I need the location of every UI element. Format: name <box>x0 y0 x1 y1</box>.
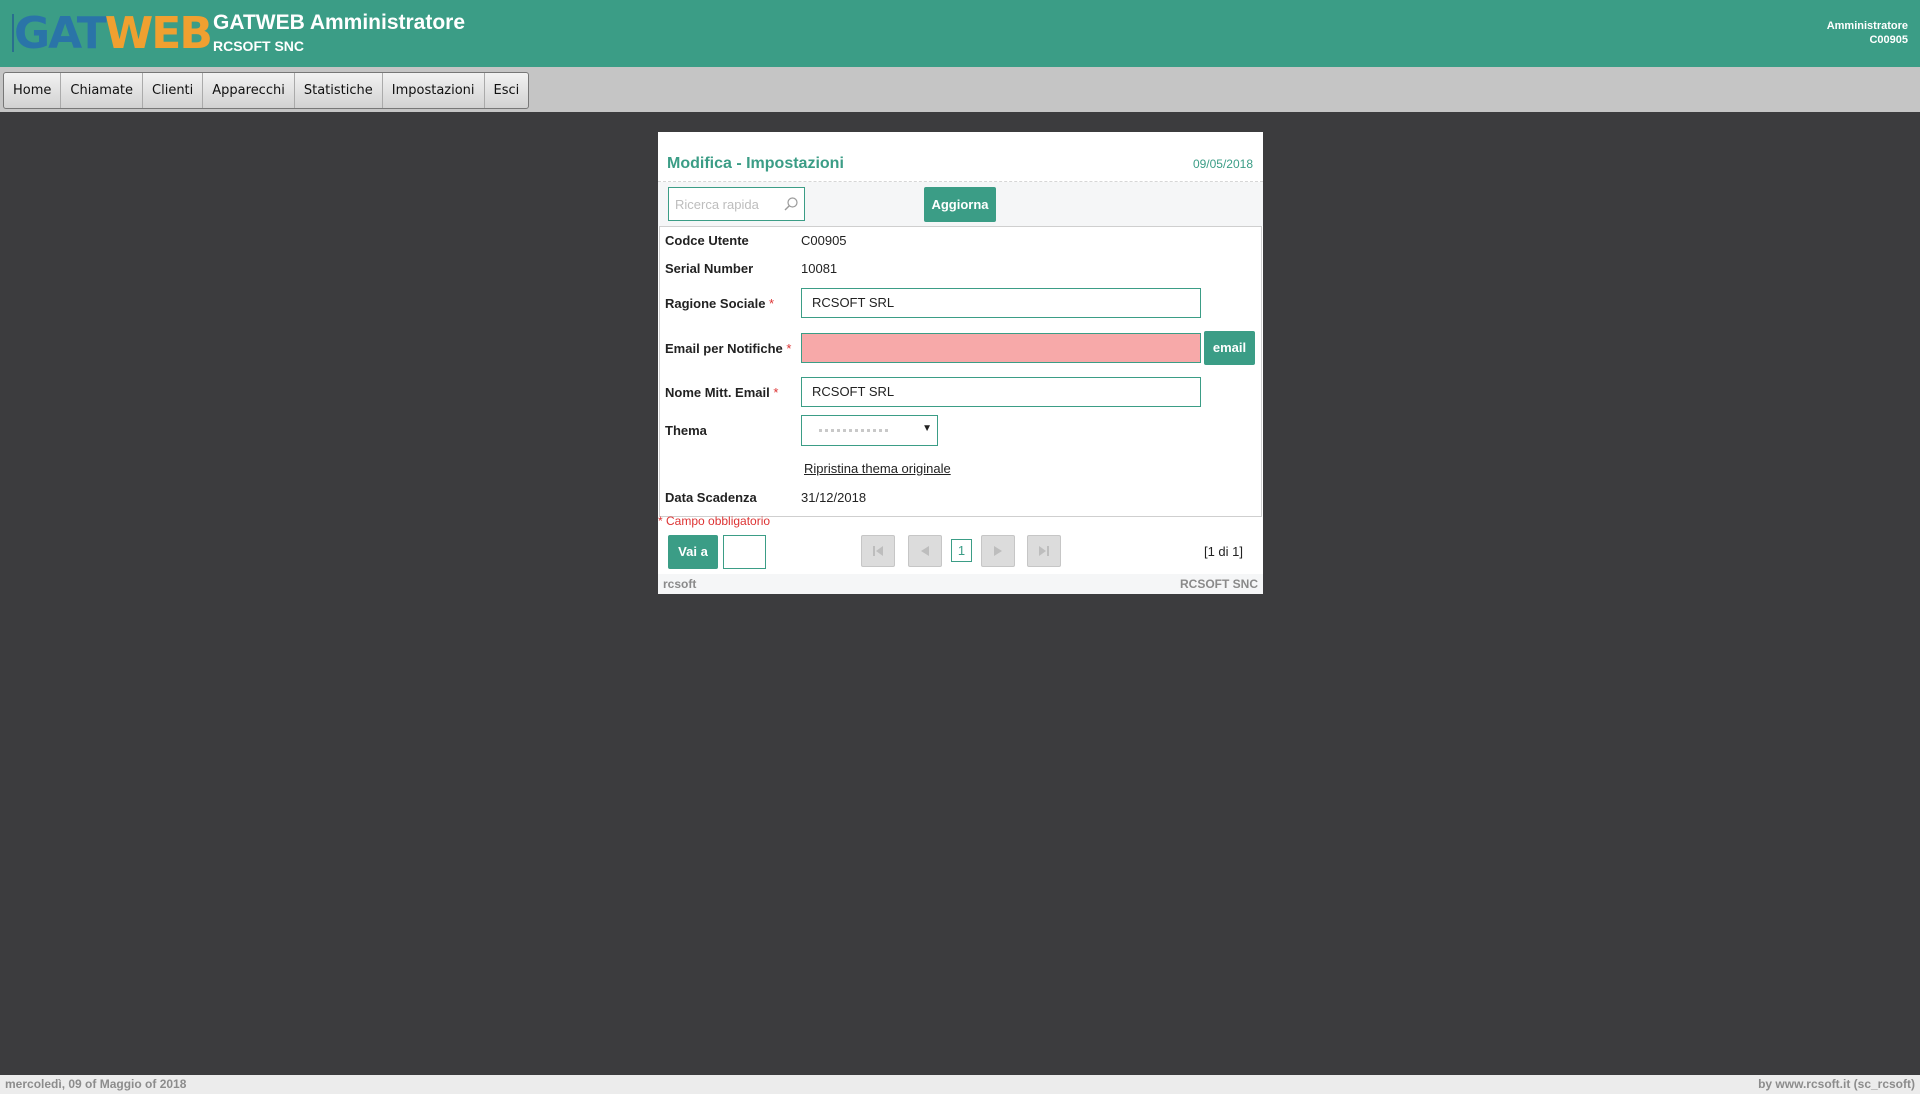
quick-search <box>668 187 805 221</box>
menu-item-apparecchi[interactable]: Apparecchi <box>203 73 295 108</box>
ragione-sociale-input[interactable]: RCSOFT SRL <box>801 288 1201 318</box>
panel-footer: rcsoft RCSOFT SNC <box>658 574 1263 594</box>
first-page-icon[interactable] <box>861 535 895 567</box>
app-title: GATWEB Amministratore <box>213 11 466 34</box>
nome-mitt-email-input[interactable]: RCSOFT SRL <box>801 377 1201 407</box>
ragione-sociale-label: Ragione Sociale * <box>665 296 774 311</box>
nav-bar: Home Chiamate Clienti Apparecchi Statist… <box>0 67 1920 112</box>
chevron-down-icon: ▼ <box>922 423 932 434</box>
thema-label: Thema <box>665 423 707 438</box>
codice-utente-label: Codce Utente <box>665 233 749 248</box>
email-notifiche-input[interactable] <box>801 333 1201 363</box>
email-button[interactable]: email <box>1204 331 1255 365</box>
page-info: [1 di 1] <box>1203 544 1243 559</box>
company-name: RCSOFT SNC <box>213 38 304 54</box>
required-marker: * <box>786 341 792 356</box>
reset-theme-link[interactable]: Ripristina thema originale <box>804 461 951 476</box>
codice-utente-value: C00905 <box>801 233 847 248</box>
page-footer: mercoledì, 09 of Maggio of 2018 by www.r… <box>0 1075 1920 1094</box>
panel-footer-right: RCSOFT SNC <box>1180 577 1258 591</box>
refresh-button[interactable]: Aggiorna <box>924 187 996 222</box>
theme-preview <box>819 429 891 432</box>
main-menu: Home Chiamate Clienti Apparecchi Statist… <box>3 72 530 109</box>
gatweb-logo: GATWEB <box>14 8 213 59</box>
user-info: Amministratore C00905 <box>1827 19 1908 47</box>
nome-mitt-email-text: Nome Mitt. Email <box>665 385 770 400</box>
required-note: * Campo obbligatorio <box>658 514 771 528</box>
user-role: Amministratore <box>1826 20 1908 32</box>
menu-item-clienti[interactable]: Clienti <box>143 73 204 108</box>
goto-page-button[interactable]: Vai a <box>668 535 718 569</box>
nome-mitt-email-label: Nome Mitt. Email * <box>665 385 778 400</box>
serial-number-label: Serial Number <box>665 261 754 276</box>
app-header: GATWEB GATWEB Amministratore RCSOFT SNC … <box>0 0 1920 67</box>
user-code: C00905 <box>1869 34 1908 46</box>
search-icon[interactable] <box>783 196 799 212</box>
next-page-icon[interactable] <box>981 535 1015 567</box>
menu-item-chiamate[interactable]: Chiamate <box>61 73 144 108</box>
search-input[interactable] <box>675 195 780 213</box>
panel-title: Modifica - Impostazioni <box>667 155 844 172</box>
thema-select[interactable]: ▼ <box>801 415 938 446</box>
footer-credit[interactable]: by www.rcsoft.it (sc_rcsoft) <box>1758 1077 1915 1091</box>
last-page-icon[interactable] <box>1027 535 1061 567</box>
panel-footer-left: rcsoft <box>663 577 697 591</box>
menu-item-esci[interactable]: Esci <box>485 73 529 108</box>
menu-item-impostazioni[interactable]: Impostazioni <box>383 73 485 108</box>
settings-form: Codce Utente C00905 Serial Number 10081 … <box>659 226 1262 517</box>
menu-item-statistiche[interactable]: Statistiche <box>295 73 383 108</box>
email-notifiche-label: Email per Notifiche * <box>665 341 791 356</box>
current-page[interactable]: 1 <box>951 539 972 562</box>
panel-date: 09/05/2018 <box>1192 157 1253 171</box>
goto-page-input[interactable] <box>723 535 766 569</box>
prev-page-icon[interactable] <box>908 535 942 567</box>
footer-date: mercoledì, 09 of Maggio of 2018 <box>5 1077 187 1091</box>
required-marker: * <box>769 296 775 311</box>
settings-panel: Modifica - Impostazioni 09/05/2018 Aggio… <box>658 132 1263 594</box>
data-scadenza-label: Data Scadenza <box>665 490 757 505</box>
ragione-sociale-text: Ragione Sociale <box>665 296 766 311</box>
menu-item-home[interactable]: Home <box>4 73 62 108</box>
required-marker: * <box>773 385 779 400</box>
email-notifiche-text: Email per Notifiche <box>665 341 783 356</box>
serial-number-value: 10081 <box>801 261 838 276</box>
data-scadenza-value: 31/12/2018 <box>801 490 867 505</box>
